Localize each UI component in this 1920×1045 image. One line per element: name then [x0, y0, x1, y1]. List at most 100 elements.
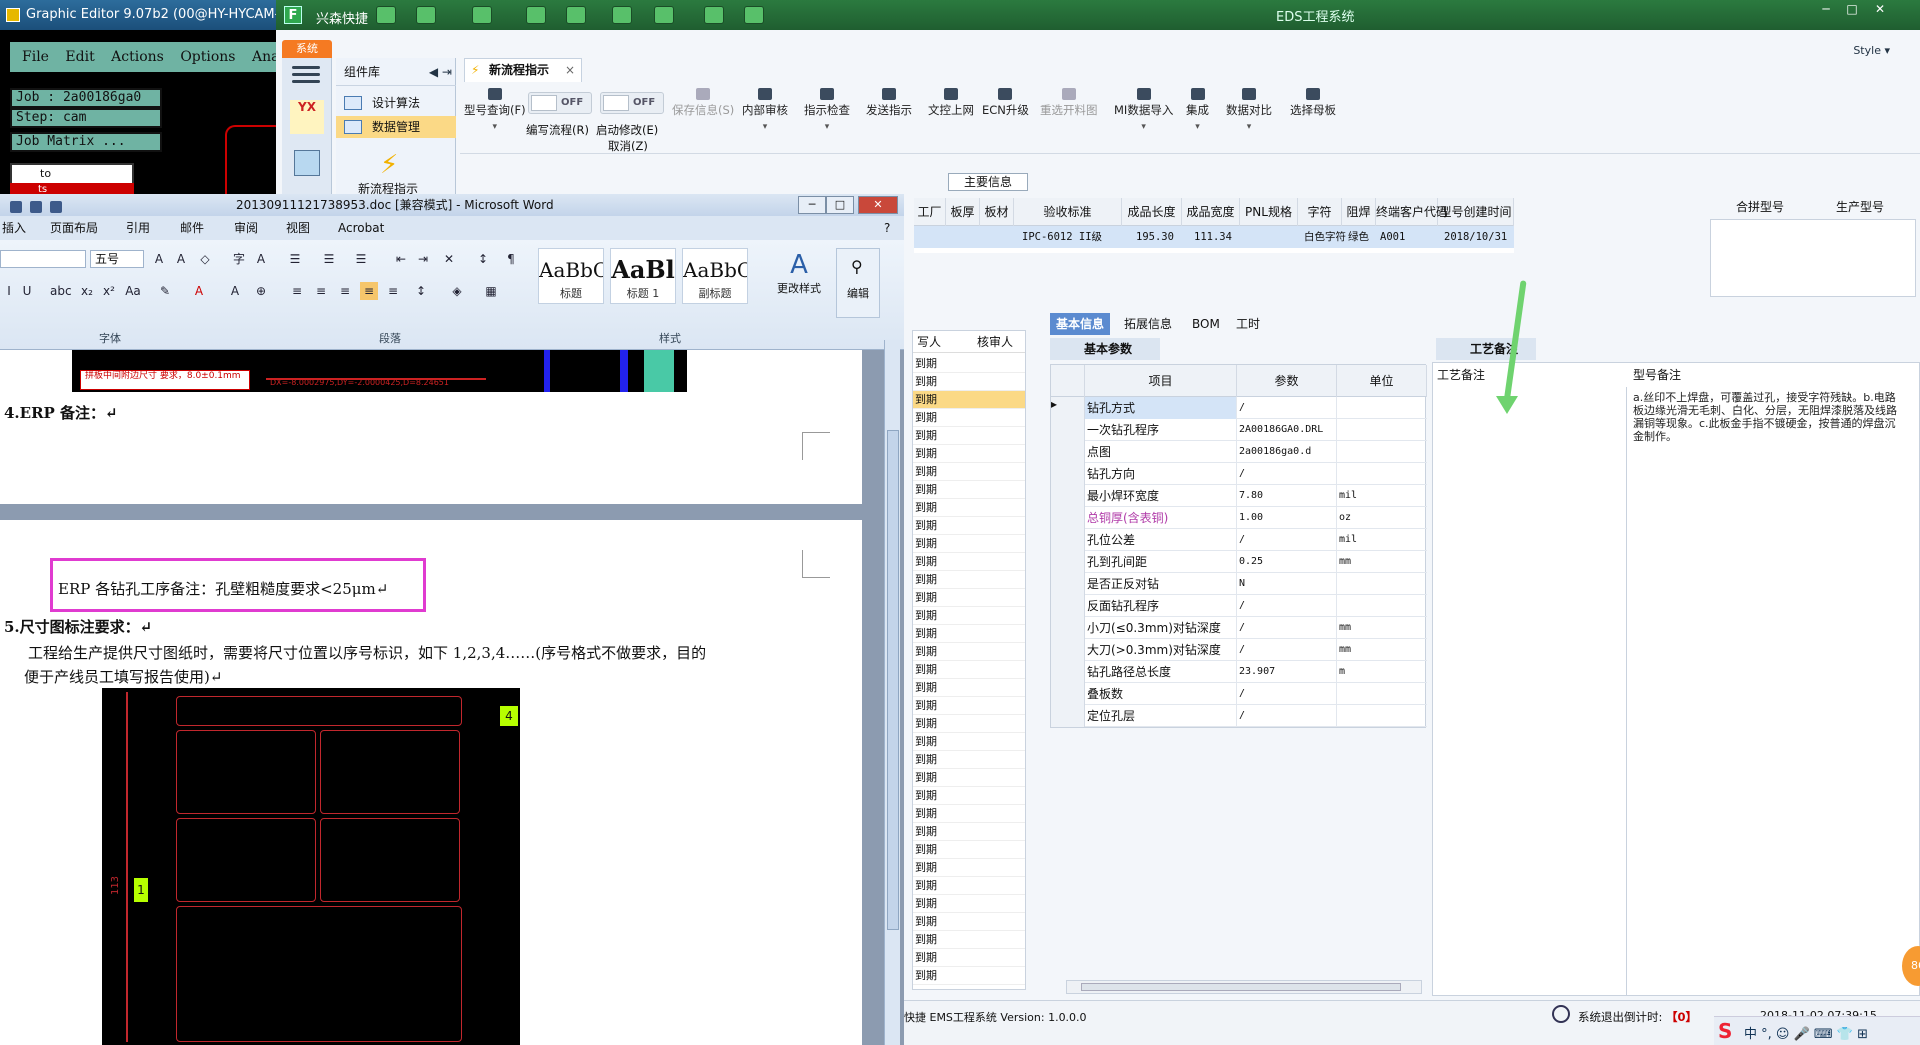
- flow-grid-row[interactable]: 到期: [913, 535, 1025, 553]
- col-length[interactable]: 成品长度: [1122, 198, 1182, 226]
- select-mother-button[interactable]: 选择母板: [1290, 88, 1336, 118]
- char-border-icon[interactable]: A: [252, 250, 270, 268]
- flow-grid-row[interactable]: 到期: [913, 445, 1025, 463]
- flow-grid-row[interactable]: 到期: [913, 373, 1025, 391]
- ime-status[interactable]: 中 °, ☺ 🎤 ⌨ 👕 ⊞: [1744, 1023, 1868, 1042]
- param-row[interactable]: 是否正反对钻 N: [1051, 573, 1427, 595]
- change-style-button[interactable]: A 更改样式: [772, 250, 826, 296]
- flow-grid-row[interactable]: 到期: [913, 661, 1025, 679]
- save-info-button[interactable]: 保存信息(S): [672, 88, 734, 118]
- align-left-icon[interactable]: ≡: [288, 282, 306, 300]
- increase-indent-icon[interactable]: ⇥: [414, 250, 432, 268]
- param-value[interactable]: /: [1237, 529, 1337, 551]
- auto-modify-toggle[interactable]: OFF: [600, 92, 664, 114]
- document-page-2[interactable]: ERP 各钻孔工序备注：孔壁粗糙度要求<25μm↵ 5.尺寸图标注要求：↵ 工程…: [0, 520, 862, 1045]
- flow-grid-row[interactable]: 到期: [913, 733, 1025, 751]
- sogou-ime-icon[interactable]: S: [1718, 1019, 1732, 1043]
- copy-icon[interactable]: [612, 6, 632, 24]
- save-icon[interactable]: [30, 201, 42, 213]
- flow-grid-row[interactable]: 到期: [913, 967, 1025, 985]
- minimize-button[interactable]: ─: [1816, 2, 1836, 16]
- mi-import-button[interactable]: MI数据导入 ▾: [1114, 88, 1173, 132]
- calculator-icon[interactable]: [294, 150, 320, 176]
- flow-grid-row[interactable]: 到期: [913, 553, 1025, 571]
- shrink-font-icon[interactable]: A: [172, 250, 190, 268]
- param-row[interactable]: 总铜厚(含表铜) 1.00 oz: [1051, 507, 1427, 529]
- chinese-layout-icon[interactable]: ✕: [440, 250, 458, 268]
- flow-grid-row[interactable]: 到期: [913, 949, 1025, 967]
- internal-review-button[interactable]: 内部审核 ▾: [742, 88, 788, 132]
- style-title[interactable]: AaBbC( 标题: [538, 248, 604, 304]
- flow-grid-row[interactable]: 到期: [913, 463, 1025, 481]
- upload-web-button[interactable]: 文控上网: [928, 88, 974, 118]
- tab-new-flow[interactable]: ⚡ 新流程指示 ×: [464, 58, 582, 82]
- col-customer[interactable]: 终端客户代码: [1376, 198, 1448, 226]
- flow-grid-row[interactable]: 到期: [913, 571, 1025, 589]
- col-param[interactable]: 参数: [1237, 365, 1337, 397]
- shading-icon[interactable]: ◈: [448, 282, 466, 300]
- param-row[interactable]: 反面钻孔程序 /: [1051, 595, 1427, 617]
- edit-button[interactable]: ⚲ 编辑: [836, 248, 880, 318]
- flow-grid-row[interactable]: 到期: [913, 499, 1025, 517]
- param-value[interactable]: /: [1237, 617, 1337, 639]
- highlight-icon[interactable]: ✎: [156, 282, 174, 300]
- style-heading1[interactable]: AaBl 标题 1: [610, 248, 676, 304]
- print-icon[interactable]: [50, 201, 62, 213]
- param-value[interactable]: /: [1237, 639, 1337, 661]
- word-minimize-button[interactable]: ─: [798, 196, 826, 214]
- col-solder[interactable]: 阻焊: [1342, 198, 1376, 226]
- tab-basic-params[interactable]: 基本参数: [1050, 338, 1160, 360]
- word-close-button[interactable]: ✕: [858, 196, 898, 214]
- model-query-button[interactable]: 型号查询(F) ▾: [464, 88, 526, 132]
- col-reviewer[interactable]: 核审人: [977, 331, 1013, 353]
- yx-tool-icon[interactable]: YX: [290, 100, 324, 134]
- font-size-select[interactable]: 五号: [90, 250, 144, 268]
- grid-icon[interactable]: [472, 6, 492, 24]
- param-row[interactable]: 小刀(≤0.3mm)对钻深度 / mm: [1051, 617, 1427, 639]
- row-selector[interactable]: [1051, 683, 1085, 705]
- row-selector[interactable]: [1051, 617, 1085, 639]
- menu-edit[interactable]: Edit: [65, 49, 94, 65]
- ime-toolbar[interactable]: S 中 °, ☺ 🎤 ⌨ 👕 ⊞: [1714, 1016, 1920, 1045]
- row-selector[interactable]: [1051, 573, 1085, 595]
- flow-grid-row[interactable]: 到期: [913, 895, 1025, 913]
- graphic-editor-titlebar[interactable]: Graphic Editor 9.07b2 (00@HY-HYCAM-PC: [0, 0, 290, 30]
- model-notes-text[interactable]: a.丝印不上焊盘，可覆盖过孔，接受字符残缺。b.电路板边缘光滑无毛刺、白化、分层…: [1633, 391, 1903, 443]
- param-value[interactable]: 2A00186GA0.DRL: [1237, 419, 1337, 441]
- align-center-icon[interactable]: ≡: [312, 282, 330, 300]
- col-char[interactable]: 字符: [1298, 198, 1342, 226]
- flow-grid-row[interactable]: 到期: [913, 751, 1025, 769]
- line-spacing-icon[interactable]: ↕: [412, 282, 430, 300]
- hamburger-menu-icon[interactable]: [292, 66, 320, 84]
- param-row[interactable]: 最小焊环宽度 7.80 mil: [1051, 485, 1427, 507]
- row-selector[interactable]: [1051, 595, 1085, 617]
- style-menu[interactable]: Style ▾: [1756, 30, 1920, 60]
- flow-grid-row[interactable]: 到期: [913, 787, 1025, 805]
- borders-icon[interactable]: ▦: [482, 282, 500, 300]
- col-item[interactable]: 项目: [1085, 365, 1237, 397]
- menu-options[interactable]: Options: [180, 49, 235, 65]
- col-writer[interactable]: 写人: [917, 331, 941, 353]
- job-field[interactable]: Job : 2a00186ga0: [10, 88, 162, 108]
- flow-grid-row[interactable]: 到期: [913, 877, 1025, 895]
- ribbon-tab-review[interactable]: 审阅: [234, 216, 258, 240]
- film-icon[interactable]: [566, 6, 586, 24]
- flow-grid-row[interactable]: 到期: [913, 679, 1025, 697]
- param-value[interactable]: /: [1237, 397, 1337, 419]
- flow-grid-row[interactable]: 到期: [913, 589, 1025, 607]
- bullets-icon[interactable]: ☰: [286, 250, 304, 268]
- tab-basic-info[interactable]: 基本信息: [1050, 313, 1111, 335]
- param-value[interactable]: /: [1237, 683, 1337, 705]
- param-value[interactable]: 0.25: [1237, 551, 1337, 573]
- font-name-select[interactable]: [0, 250, 86, 268]
- col-unit[interactable]: 单位: [1337, 365, 1427, 397]
- font-color-icon[interactable]: A: [190, 282, 208, 300]
- flow-grid-row[interactable]: 到期: [913, 481, 1025, 499]
- underline-icon[interactable]: U: [18, 282, 36, 300]
- document-page-1[interactable]: 拼板中间附边尺寸 要求，8.0±0.1mm DX=-8.0002975,DY=-…: [0, 350, 862, 504]
- row-selector[interactable]: [1051, 639, 1085, 661]
- flow-grid-row[interactable]: 到期: [913, 697, 1025, 715]
- flow-grid-row[interactable]: 到期: [913, 391, 1025, 409]
- align-right-icon[interactable]: ≡: [336, 282, 354, 300]
- tab-craft-notes[interactable]: 工艺备注: [1436, 338, 1536, 360]
